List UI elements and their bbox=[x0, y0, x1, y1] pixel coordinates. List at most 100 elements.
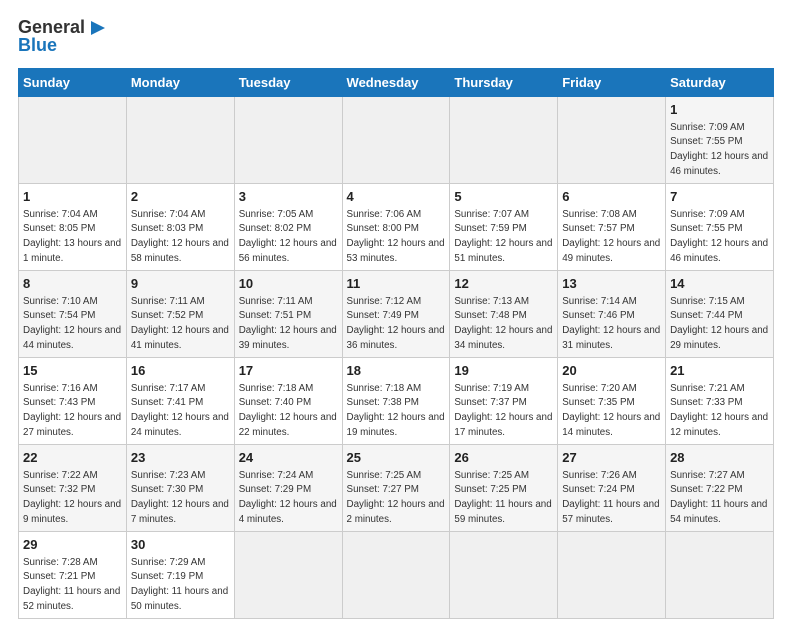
header-cell-saturday: Saturday bbox=[666, 68, 774, 96]
sunset-info: Sunset: 7:55 PM bbox=[670, 223, 742, 234]
sunrise-info: Sunrise: 7:15 AM bbox=[670, 296, 745, 307]
sunset-info: Sunset: 7:38 PM bbox=[347, 397, 419, 408]
day-number: 23 bbox=[131, 449, 230, 467]
sunset-info: Sunset: 7:49 PM bbox=[347, 310, 419, 321]
calendar-cell: 13Sunrise: 7:14 AMSunset: 7:46 PMDayligh… bbox=[558, 270, 666, 357]
header-row: SundayMondayTuesdayWednesdayThursdayFrid… bbox=[19, 68, 774, 96]
sunset-info: Sunset: 7:21 PM bbox=[23, 571, 95, 582]
sunrise-info: Sunrise: 7:04 AM bbox=[23, 209, 98, 220]
daylight-info: Daylight: 11 hours and 57 minutes. bbox=[562, 499, 659, 525]
calendar-cell: 4Sunrise: 7:06 AMSunset: 8:00 PMDaylight… bbox=[342, 183, 450, 270]
sunrise-info: Sunrise: 7:27 AM bbox=[670, 470, 745, 481]
day-number: 12 bbox=[454, 275, 553, 293]
calendar-cell: 28Sunrise: 7:27 AMSunset: 7:22 PMDayligh… bbox=[666, 444, 774, 531]
calendar-cell bbox=[450, 96, 558, 183]
day-number: 30 bbox=[131, 536, 230, 554]
sunrise-info: Sunrise: 7:09 AM bbox=[670, 209, 745, 220]
daylight-info: Daylight: 12 hours and 44 minutes. bbox=[23, 325, 121, 351]
calendar-cell: 8Sunrise: 7:10 AMSunset: 7:54 PMDaylight… bbox=[19, 270, 127, 357]
calendar-cell bbox=[450, 531, 558, 618]
calendar-cell: 22Sunrise: 7:22 AMSunset: 7:32 PMDayligh… bbox=[19, 444, 127, 531]
sunset-info: Sunset: 8:02 PM bbox=[239, 223, 311, 234]
calendar-cell bbox=[558, 96, 666, 183]
sunset-info: Sunset: 7:32 PM bbox=[23, 484, 95, 495]
calendar-cell: 20Sunrise: 7:20 AMSunset: 7:35 PMDayligh… bbox=[558, 357, 666, 444]
sunset-info: Sunset: 7:25 PM bbox=[454, 484, 526, 495]
calendar-cell bbox=[342, 96, 450, 183]
day-number: 19 bbox=[454, 362, 553, 380]
calendar-cell bbox=[234, 96, 342, 183]
calendar-cell: 14Sunrise: 7:15 AMSunset: 7:44 PMDayligh… bbox=[666, 270, 774, 357]
day-number: 29 bbox=[23, 536, 122, 554]
sunset-info: Sunset: 7:52 PM bbox=[131, 310, 203, 321]
daylight-info: Daylight: 12 hours and 56 minutes. bbox=[239, 238, 337, 264]
daylight-info: Daylight: 12 hours and 39 minutes. bbox=[239, 325, 337, 351]
calendar-body: 1 Sunrise: 7:09 AM Sunset: 7:55 PM Daylight… bbox=[19, 96, 774, 618]
day-number: 22 bbox=[23, 449, 122, 467]
day-number: 18 bbox=[347, 362, 446, 380]
sunset-info: Sunset: 7:33 PM bbox=[670, 397, 742, 408]
daylight-info: Daylight: 12 hours and 53 minutes. bbox=[347, 238, 445, 264]
day-number: 5 bbox=[454, 188, 553, 206]
calendar-week-2: 8Sunrise: 7:10 AMSunset: 7:54 PMDaylight… bbox=[19, 270, 774, 357]
calendar-cell: 26Sunrise: 7:25 AMSunset: 7:25 PMDayligh… bbox=[450, 444, 558, 531]
calendar-cell: 17Sunrise: 7:18 AMSunset: 7:40 PMDayligh… bbox=[234, 357, 342, 444]
calendar-cell: 7Sunrise: 7:09 AMSunset: 7:55 PMDaylight… bbox=[666, 183, 774, 270]
daylight-info: Daylight: 13 hours and 1 minute. bbox=[23, 238, 121, 264]
sunrise-info: Sunrise: 7:08 AM bbox=[562, 209, 637, 220]
day-number: 1 bbox=[670, 101, 769, 119]
sunset-info: Sunset: 7:22 PM bbox=[670, 484, 742, 495]
day-number: 6 bbox=[562, 188, 661, 206]
sunset-info: Sunset: 7:30 PM bbox=[131, 484, 203, 495]
sunrise-info: Sunrise: 7:26 AM bbox=[562, 470, 637, 481]
daylight-info: Daylight: 11 hours and 54 minutes. bbox=[670, 499, 767, 525]
daylight-info: Daylight: 12 hours and 2 minutes. bbox=[347, 499, 445, 525]
sunrise-info: Sunrise: 7:13 AM bbox=[454, 296, 529, 307]
calendar-cell: 18 Sunrise: 7:18 AM Sunset: 7:38 PM Dayligh… bbox=[342, 357, 450, 444]
logo: General Blue bbox=[18, 18, 105, 56]
sunrise-info: Sunrise: 7:04 AM bbox=[131, 209, 206, 220]
day-number: 2 bbox=[131, 188, 230, 206]
sunrise-info: Sunrise: 7:11 AM bbox=[239, 296, 313, 307]
sunrise-info: Sunrise: 7:18 AM bbox=[239, 383, 314, 394]
day-number: 26 bbox=[454, 449, 553, 467]
sunrise-info: Sunrise: 7:25 AM bbox=[454, 470, 529, 481]
calendar-cell: 30Sunrise: 7:29 AMSunset: 7:19 PMDayligh… bbox=[126, 531, 234, 618]
logo-blue: Blue bbox=[18, 36, 57, 56]
sunrise-info: Sunrise: 7:05 AM bbox=[239, 209, 314, 220]
calendar-cell: 24Sunrise: 7:24 AMSunset: 7:29 PMDayligh… bbox=[234, 444, 342, 531]
header-cell-monday: Monday bbox=[126, 68, 234, 96]
sunrise-info: Sunrise: 7:28 AM bbox=[23, 557, 98, 568]
calendar-cell: 9Sunrise: 7:11 AMSunset: 7:52 PMDaylight… bbox=[126, 270, 234, 357]
sunset-info: Sunset: 7:46 PM bbox=[562, 310, 634, 321]
daylight-info: Daylight: 12 hours and 17 minutes. bbox=[454, 412, 552, 438]
sunset-info: Sunset: 7:19 PM bbox=[131, 571, 203, 582]
day-number: 24 bbox=[239, 449, 338, 467]
sunset-info: Sunset: 7:35 PM bbox=[562, 397, 634, 408]
calendar-cell: 29Sunrise: 7:28 AMSunset: 7:21 PMDayligh… bbox=[19, 531, 127, 618]
sunrise-info: Sunrise: 7:22 AM bbox=[23, 470, 98, 481]
calendar-cell: 2Sunrise: 7:04 AMSunset: 8:03 PMDaylight… bbox=[126, 183, 234, 270]
calendar-cell: 27Sunrise: 7:26 AMSunset: 7:24 PMDayligh… bbox=[558, 444, 666, 531]
calendar-cell: 3Sunrise: 7:05 AMSunset: 8:02 PMDaylight… bbox=[234, 183, 342, 270]
calendar-table: SundayMondayTuesdayWednesdayThursdayFrid… bbox=[18, 68, 774, 619]
sunrise-info: Sunrise: 7:11 AM bbox=[131, 296, 205, 307]
header-cell-wednesday: Wednesday bbox=[342, 68, 450, 96]
day-number: 1 bbox=[23, 188, 122, 206]
calendar-cell: 23Sunrise: 7:23 AMSunset: 7:30 PMDayligh… bbox=[126, 444, 234, 531]
sunset-info: Sunset: 7:57 PM bbox=[562, 223, 634, 234]
calendar-cell bbox=[126, 96, 234, 183]
sunrise-info: Sunrise: 7:18 AM bbox=[347, 383, 422, 394]
sunrise-info: Sunrise: 7:21 AM bbox=[670, 383, 745, 394]
daylight-info: Daylight: 12 hours and 36 minutes. bbox=[347, 325, 445, 351]
calendar-cell: 21Sunrise: 7:21 AMSunset: 7:33 PMDayligh… bbox=[666, 357, 774, 444]
sunset-info: Sunset: 7:55 PM bbox=[670, 136, 742, 147]
calendar-cell bbox=[234, 531, 342, 618]
day-number: 21 bbox=[670, 362, 769, 380]
daylight-info: Daylight: 12 hours and 46 minutes. bbox=[670, 151, 768, 177]
day-number: 7 bbox=[670, 188, 769, 206]
sunset-info: Sunset: 7:59 PM bbox=[454, 223, 526, 234]
calendar-cell: 25Sunrise: 7:25 AMSunset: 7:27 PMDayligh… bbox=[342, 444, 450, 531]
daylight-info: Daylight: 12 hours and 19 minutes. bbox=[347, 412, 445, 438]
day-number: 4 bbox=[347, 188, 446, 206]
